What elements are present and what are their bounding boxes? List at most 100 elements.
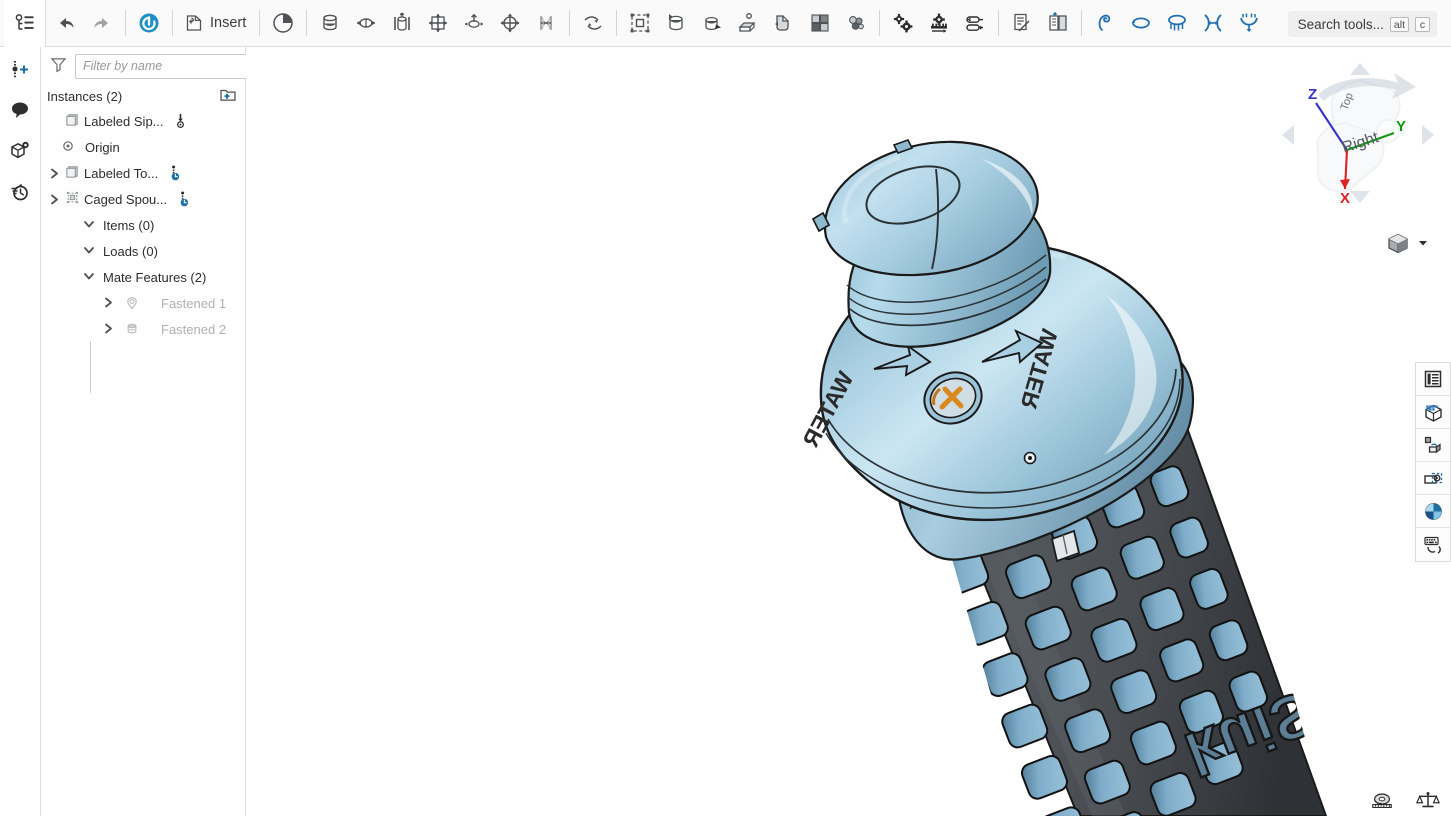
revert-circle-icon xyxy=(137,11,161,35)
rack-pinion-relation-icon xyxy=(927,11,951,35)
render-button[interactable] xyxy=(1416,396,1450,429)
twisty-collapsed-icon[interactable] xyxy=(103,296,114,311)
cylindrical-mate-button[interactable] xyxy=(456,3,492,43)
instance-row-caged-spout[interactable]: Caged Spou... xyxy=(41,186,245,212)
twisty-expanded-icon[interactable] xyxy=(83,270,95,285)
slider-mate-button[interactable] xyxy=(384,3,420,43)
toolbar-divider xyxy=(306,10,307,36)
insert-sheet-icon xyxy=(1046,11,1070,35)
fastened-mate-node-icon xyxy=(125,296,139,310)
instance-tail-icons[interactable] xyxy=(167,165,182,181)
search-tools-input[interactable]: Search tools... alt c xyxy=(1288,11,1437,37)
revolute-mate-icon xyxy=(354,11,378,35)
twisty-expanded-icon[interactable] xyxy=(83,244,95,259)
explode-view-button[interactable] xyxy=(802,3,838,43)
group-icon xyxy=(628,11,652,35)
ball-mate-button[interactable] xyxy=(528,3,564,43)
mass-properties-button[interactable] xyxy=(1413,786,1443,814)
display-states-button[interactable] xyxy=(1416,363,1450,396)
versioned-instance-icon xyxy=(176,191,191,207)
fastened-mate-button[interactable] xyxy=(312,3,348,43)
screw-relation-button[interactable] xyxy=(957,3,993,43)
twisty-collapsed-icon[interactable] xyxy=(47,168,61,179)
mate-row-fastened-2[interactable]: Fastened 2 xyxy=(41,316,245,342)
rail-item-part-properties[interactable] xyxy=(4,135,36,167)
twisty-expanded-icon[interactable] xyxy=(83,218,95,233)
instance-tail-icons[interactable] xyxy=(176,191,191,207)
assembly-history-icon xyxy=(271,11,295,35)
circular-pattern-button[interactable] xyxy=(766,3,802,43)
instance-row-origin[interactable]: Origin xyxy=(41,134,245,160)
insert-button[interactable]: Insert xyxy=(178,3,254,43)
subassembly-instance-icon xyxy=(65,190,80,208)
instance-tail-icons[interactable] xyxy=(173,113,188,129)
chevron-down-icon[interactable] xyxy=(1417,237,1429,249)
view-cube[interactable]: Z Y X Right Top xyxy=(1270,55,1445,215)
gear-relation-button[interactable] xyxy=(885,3,921,43)
instances-title: Instances (2) xyxy=(47,89,122,104)
simulation-study-button[interactable] xyxy=(1231,3,1267,43)
assembly-history-button[interactable] xyxy=(265,3,301,43)
revert-button[interactable] xyxy=(131,3,167,43)
mate-row-fastened-1[interactable]: Fastened 1 xyxy=(41,290,245,316)
linear-pattern-button[interactable] xyxy=(730,3,766,43)
rail-item-history[interactable] xyxy=(4,176,36,208)
rail-item-comments[interactable] xyxy=(4,94,36,126)
axis-label-x: X xyxy=(1340,190,1350,207)
undo-button[interactable] xyxy=(48,3,84,43)
transform-instance-button[interactable] xyxy=(694,3,730,43)
toolbar-divider xyxy=(125,10,126,36)
group-items[interactable]: Items (0) xyxy=(41,212,245,238)
simulation-load-button[interactable] xyxy=(1159,3,1195,43)
vent-hole xyxy=(1025,453,1036,464)
feature-tree-toggle-button[interactable] xyxy=(4,0,46,47)
assembly-feature-button[interactable] xyxy=(838,3,874,43)
rack-pinion-relation-button[interactable] xyxy=(921,3,957,43)
instance-row-labeled-top[interactable]: Labeled To... xyxy=(41,160,245,186)
insert-sheet-button[interactable] xyxy=(1040,3,1076,43)
instance-label: Labeled Sip... xyxy=(84,114,164,129)
measure-button[interactable] xyxy=(1367,786,1397,814)
pin-slot-mate-button[interactable] xyxy=(492,3,528,43)
toolbar-divider xyxy=(998,10,999,36)
shaded-view-icon xyxy=(1385,230,1411,256)
bill-of-materials-button[interactable] xyxy=(1004,3,1040,43)
cylindrical-mate-icon xyxy=(462,11,486,35)
twisty-collapsed-icon[interactable] xyxy=(47,194,61,205)
group-loads[interactable]: Loads (0) xyxy=(41,238,245,264)
keyboard-shortcuts-button[interactable] xyxy=(1416,528,1450,561)
toolbar-divider xyxy=(172,10,173,36)
section-view-icon xyxy=(1423,435,1443,455)
simulation-contact-icon xyxy=(1129,11,1153,35)
hide-show-icon xyxy=(1423,468,1444,489)
simulation-load-icon xyxy=(1165,11,1189,35)
simulation-constraint-button[interactable] xyxy=(1195,3,1231,43)
add-folder-icon[interactable] xyxy=(219,86,237,107)
group-mate-features[interactable]: Mate Features (2) xyxy=(41,264,245,290)
hidden-objects-button[interactable] xyxy=(1416,462,1450,495)
measure-tape-icon xyxy=(1370,790,1394,810)
feature-list-icon xyxy=(14,12,36,34)
view-style-button[interactable] xyxy=(1385,230,1429,256)
rail-item-add-instance[interactable] xyxy=(4,53,36,85)
appearance-button[interactable] xyxy=(1416,495,1450,528)
instance-row-labeled-sip[interactable]: Labeled Sip... xyxy=(41,108,245,134)
tree-guide-line xyxy=(90,341,91,393)
axis-label-z: Z xyxy=(1308,86,1317,103)
simulation-joint-button[interactable] xyxy=(1087,3,1123,43)
mate-connector-button[interactable] xyxy=(575,3,611,43)
group-button[interactable] xyxy=(622,3,658,43)
simulation-contact-button[interactable] xyxy=(1123,3,1159,43)
planar-mate-button[interactable] xyxy=(420,3,456,43)
filter-funnel-icon[interactable] xyxy=(50,56,67,76)
add-instance-icon xyxy=(9,58,31,80)
revolute-mate-button[interactable] xyxy=(348,3,384,43)
replicate-button[interactable] xyxy=(658,3,694,43)
filter-by-name-input[interactable] xyxy=(75,54,252,79)
graphics-viewport[interactable]: kuiSip xyxy=(246,47,1451,816)
redo-button[interactable] xyxy=(84,3,120,43)
display-state-icon xyxy=(1423,369,1443,389)
instances-section-header: Instances (2) xyxy=(41,85,245,108)
section-view-button[interactable] xyxy=(1416,429,1450,462)
twisty-collapsed-icon[interactable] xyxy=(103,322,114,337)
